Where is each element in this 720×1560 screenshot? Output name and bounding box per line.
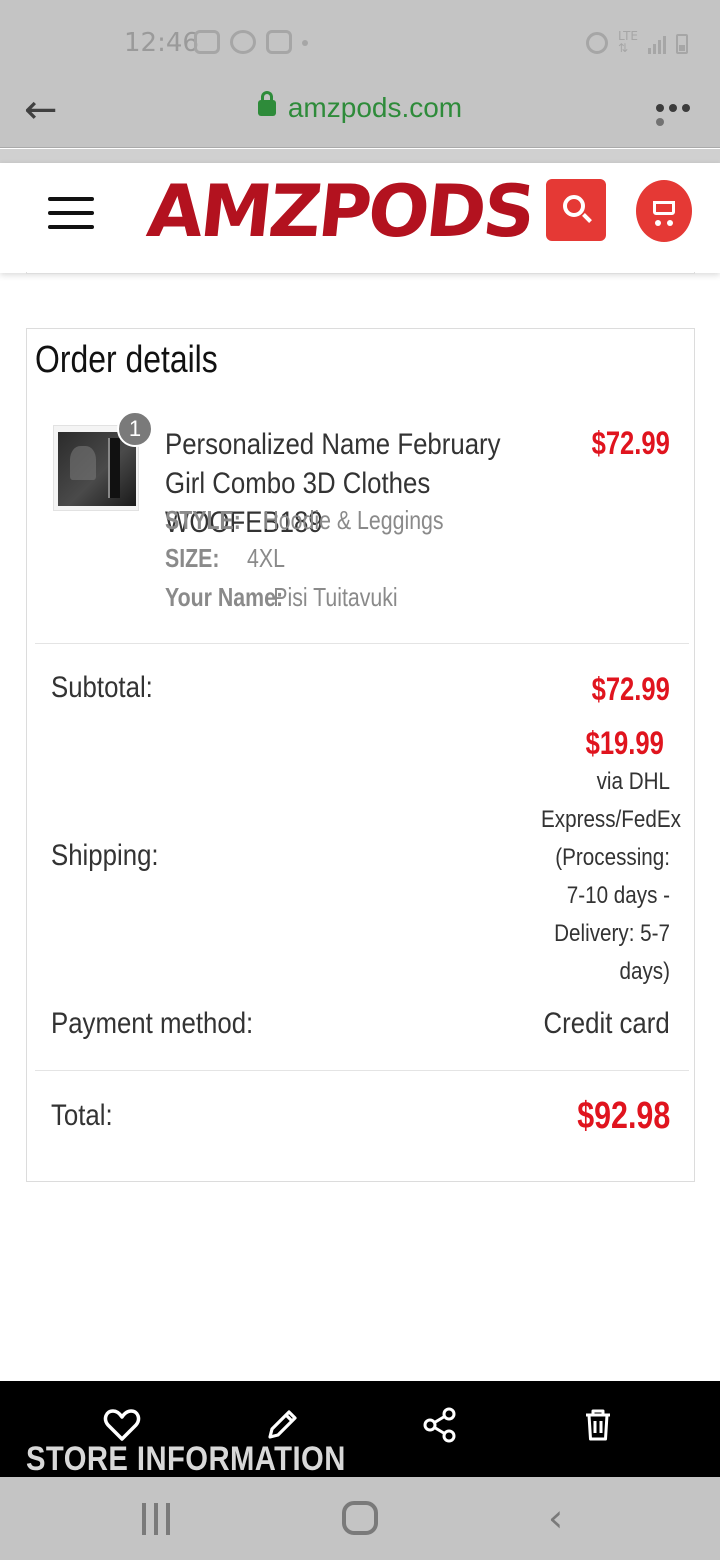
cart-icon: [653, 201, 675, 215]
notification-icon: [266, 30, 292, 54]
your-name-value: Pisi Tuitavuki: [273, 582, 398, 612]
order-details-title: Order details: [35, 339, 218, 381]
battery-icon: [676, 34, 688, 54]
heart-icon[interactable]: [102, 1405, 142, 1445]
trash-icon[interactable]: [578, 1405, 618, 1445]
total-value: $92.98: [577, 1095, 670, 1137]
payment-method-label: Payment method:: [51, 1007, 254, 1040]
system-status-icons: LTE ⇅: [586, 30, 688, 54]
browser-url-bar: ← amzpods.com: [0, 82, 720, 148]
size-label: SIZE:: [165, 543, 220, 573]
back-icon[interactable]: ‹: [548, 1499, 563, 1537]
style-label: STYLE:: [165, 505, 241, 535]
edit-icon[interactable]: [262, 1405, 302, 1445]
more-notifications-icon: [302, 40, 308, 46]
size-value: 4XL: [247, 543, 285, 573]
product-style: STYLE: Hoodie & Leggings: [165, 505, 444, 536]
product-size: SIZE: 4XL: [165, 543, 285, 574]
divider: [35, 1070, 689, 1071]
recent-apps-icon[interactable]: [142, 1503, 176, 1535]
shipping-value: $19.99: [585, 725, 664, 761]
quantity-badge: 1: [117, 411, 153, 447]
site-header: AMZPODS: [0, 163, 720, 273]
cart-button[interactable]: [636, 180, 692, 242]
search-icon: [563, 195, 585, 217]
share-icon[interactable]: [420, 1405, 460, 1445]
url-field[interactable]: amzpods.com: [0, 91, 720, 124]
subtotal-value: $72.99: [591, 671, 670, 707]
previous-section-edge: [26, 272, 695, 274]
search-button[interactable]: [546, 179, 606, 241]
signal-icon: [648, 36, 666, 54]
site-logo[interactable]: AMZPODS: [144, 169, 537, 253]
system-navigation-bar: ‹: [0, 1477, 720, 1560]
notification-icons: [194, 30, 308, 54]
store-information-heading: STORE INFORMATION: [26, 1440, 346, 1478]
menu-icon[interactable]: [48, 193, 96, 229]
shipping-method: via DHL Express/FedEx (Processing: 7-10 …: [541, 768, 681, 985]
browser-menu-icon[interactable]: [654, 98, 692, 132]
home-icon[interactable]: [342, 1501, 378, 1535]
subtotal-label: Subtotal:: [51, 671, 153, 704]
style-value: Hoodie & Leggings: [263, 505, 444, 535]
total-label: Total:: [51, 1099, 113, 1132]
page-background-strip: [0, 149, 720, 163]
shipping-label: Shipping:: [51, 839, 159, 872]
payment-method-value: Credit card: [543, 1007, 670, 1040]
lock-icon: [257, 91, 276, 116]
status-bar: 12:46 LTE ⇅: [0, 0, 720, 82]
product-price: $72.99: [591, 425, 670, 461]
divider: [35, 643, 689, 644]
order-details-card: Order details 1 Personalized Name Februa…: [26, 328, 695, 1182]
status-time: 12:46: [124, 28, 199, 58]
your-name-label: Your Name:: [165, 582, 284, 612]
alarm-icon: [586, 32, 609, 54]
url-text: amzpods.com: [287, 92, 463, 123]
notification-icon: [230, 30, 256, 54]
mobile-data-icon: LTE ⇅: [618, 29, 638, 55]
product-custom-name: Your Name:Pisi Tuitavuki: [165, 582, 398, 613]
notification-icon: [194, 30, 220, 54]
